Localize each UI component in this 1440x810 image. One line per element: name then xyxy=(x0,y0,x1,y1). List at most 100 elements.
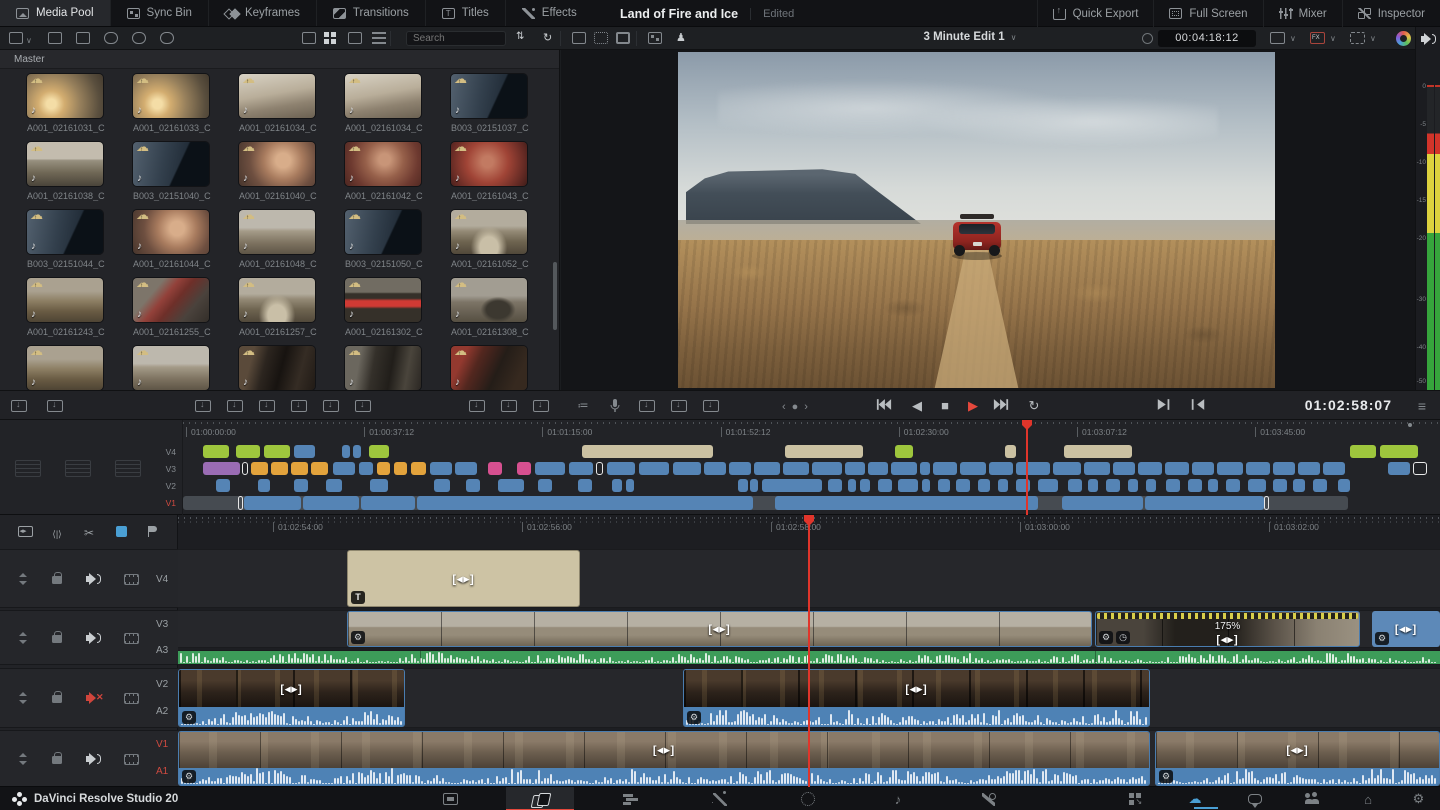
media-clip[interactable]: ☁↑♪A001_02161308_C... xyxy=(424,276,530,344)
audio-track-label[interactable]: A2 xyxy=(156,706,168,717)
minimap-clip[interactable] xyxy=(878,479,892,492)
clip-thumbnail[interactable]: ☁↑♪ xyxy=(239,346,315,390)
media-clip[interactable]: ☁↑♪A001_02161243_C... xyxy=(0,276,106,344)
minimap-clip[interactable] xyxy=(1217,462,1243,475)
lock-track-icon[interactable] xyxy=(52,695,62,703)
adr-icon[interactable] xyxy=(671,400,687,412)
filmstrip-icon[interactable] xyxy=(124,693,139,704)
media-clip[interactable]: ☁↑♪A001_02161033_C... xyxy=(106,72,212,140)
lock-track-icon[interactable] xyxy=(52,635,62,643)
minimap-clip[interactable] xyxy=(578,479,592,492)
refresh-icon[interactable]: ↻ xyxy=(543,31,552,44)
audio-video-clip[interactable]: ⚙ xyxy=(683,669,1150,727)
cloud-button[interactable]: ☁ xyxy=(1172,787,1218,810)
chat-button[interactable] xyxy=(1232,787,1278,810)
clip-thumbnail[interactable]: ☁↑♪ xyxy=(239,210,315,254)
minimap-clip[interactable] xyxy=(1388,462,1410,475)
video-clip[interactable]: ⚙ xyxy=(347,611,1092,647)
clip-thumbnail[interactable]: ☁↑♪ xyxy=(345,74,421,118)
clip-thumbnail[interactable]: ☁↑♪ xyxy=(133,210,209,254)
minimap-clip[interactable] xyxy=(812,462,842,475)
smart-insert-icon[interactable] xyxy=(195,400,211,412)
tools-icon[interactable]: ≔ xyxy=(572,399,594,414)
media-clip[interactable]: ☁↑♪ xyxy=(424,344,530,390)
media-clip[interactable]: ☁↑♪ xyxy=(212,344,318,390)
minimap-clip[interactable] xyxy=(411,462,426,475)
timeline-markers-icon[interactable] xyxy=(47,400,63,412)
minimap-clip[interactable] xyxy=(1192,462,1214,475)
clip-thumbnail[interactable]: ☁↑♪ xyxy=(345,278,421,322)
audio-track-label[interactable]: A3 xyxy=(156,645,168,656)
trim-handles-icon[interactable] xyxy=(1286,744,1308,757)
timeline-selector[interactable]: 3 Minute Edit 1∨ xyxy=(880,31,1060,43)
title-clip[interactable]: T xyxy=(347,550,580,607)
minimap-clip[interactable] xyxy=(264,445,290,458)
page-edit[interactable] xyxy=(596,787,664,810)
relink-icon[interactable] xyxy=(132,32,146,44)
minimap-clip[interactable] xyxy=(933,462,957,475)
minimap-clip[interactable] xyxy=(1068,479,1082,492)
import-media-icon[interactable] xyxy=(48,32,62,44)
group-clips-icon[interactable] xyxy=(648,32,662,44)
strip-view-icon[interactable] xyxy=(348,32,362,44)
speaker-icon[interactable] xyxy=(86,632,102,646)
track-header-v3-a3[interactable]: V3 A3 xyxy=(0,610,178,665)
timeline-menu-icon[interactable]: ≡ xyxy=(1418,398,1426,414)
media-clip[interactable]: ☁↑♪A001_02161048_C... xyxy=(212,208,318,276)
skip-to-end-button[interactable] xyxy=(989,398,1013,414)
lock-track-icon[interactable] xyxy=(52,756,62,764)
minimap-clip[interactable] xyxy=(785,445,863,458)
import-folder-icon[interactable] xyxy=(76,32,90,44)
media-clip[interactable]: ☁↑♪A001_02161038_C... xyxy=(0,140,106,208)
track-header-v2-a2[interactable]: ✕ V2 A2 xyxy=(0,668,178,728)
dynamic-trim-icon[interactable] xyxy=(48,526,66,541)
inspector-button[interactable]: Inspector xyxy=(1342,0,1440,27)
loop-button[interactable]: ↻ xyxy=(1022,398,1046,414)
media-clip[interactable]: ☁↑♪A001_02161034_C... xyxy=(318,72,424,140)
chevron-down-icon[interactable]: ∨ xyxy=(26,36,32,45)
source-overwrite-icon[interactable] xyxy=(355,400,371,412)
track-header-v1-a1[interactable]: V1 A1 xyxy=(0,730,178,787)
minimap-clip[interactable] xyxy=(251,462,268,475)
minimap-clip[interactable] xyxy=(455,462,477,475)
clip-thumbnail[interactable]: ☁↑♪ xyxy=(345,210,421,254)
minimap-clip[interactable] xyxy=(370,479,388,492)
minimap-clip[interactable] xyxy=(1016,462,1050,475)
minimap-clip[interactable] xyxy=(369,445,389,458)
minimap-clip[interactable] xyxy=(898,479,918,492)
quick-export-button[interactable]: Quick Export xyxy=(1037,0,1154,27)
minimap-clip[interactable] xyxy=(569,462,593,475)
audio-video-clip[interactable]: ⚙ xyxy=(1155,731,1440,786)
audio-video-clip[interactable]: ⚙ xyxy=(178,731,1150,786)
minimap-clip[interactable] xyxy=(1226,479,1240,492)
minimap-clip[interactable] xyxy=(920,462,930,475)
minimap-clip[interactable] xyxy=(353,445,361,458)
clip-thumbnail[interactable]: ☁↑♪ xyxy=(27,278,103,322)
chevron-down-icon[interactable]: ∨ xyxy=(1330,34,1336,43)
speaker-icon[interactable] xyxy=(1421,33,1436,45)
clip-thumbnail[interactable]: ☁↑♪ xyxy=(239,278,315,322)
minimap-clip[interactable] xyxy=(1246,462,1270,475)
timeline-playhead[interactable] xyxy=(808,515,810,787)
overview-playhead[interactable] xyxy=(1026,420,1028,515)
bin-breadcrumb[interactable]: Master xyxy=(0,50,559,69)
minimap-clip[interactable] xyxy=(203,462,240,475)
video-preview[interactable] xyxy=(678,52,1275,388)
overview-ruler[interactable]: 01:00:00:0001:00:37:1201:01:15:0001:01:5… xyxy=(183,420,1440,442)
minimap-clip[interactable] xyxy=(960,462,986,475)
media-clip[interactable]: ☁↑♪B003_02151044_C... xyxy=(0,208,106,276)
minimap-clip[interactable] xyxy=(1106,479,1120,492)
page-media[interactable] xyxy=(416,787,484,810)
media-clip[interactable]: ☁↑♪A001_02161257_C... xyxy=(212,276,318,344)
clip-thumbnail[interactable]: ☁↑♪ xyxy=(451,278,527,322)
clip-thumbnail[interactable]: ☁↑♪ xyxy=(451,74,527,118)
minimap-clip[interactable] xyxy=(1064,445,1132,458)
mic-icon[interactable] xyxy=(604,399,626,414)
media-clip[interactable]: ☁↑♪B003_02151037_C... xyxy=(424,72,530,140)
clip-thumbnail[interactable]: ☁↑♪ xyxy=(27,74,103,118)
viewer-fx-icon[interactable] xyxy=(1310,32,1325,44)
minimap-clip[interactable] xyxy=(956,479,970,492)
minimap-clip[interactable] xyxy=(1323,462,1345,475)
render-preview-icon[interactable] xyxy=(703,400,719,412)
minimap-clip[interactable] xyxy=(754,462,780,475)
